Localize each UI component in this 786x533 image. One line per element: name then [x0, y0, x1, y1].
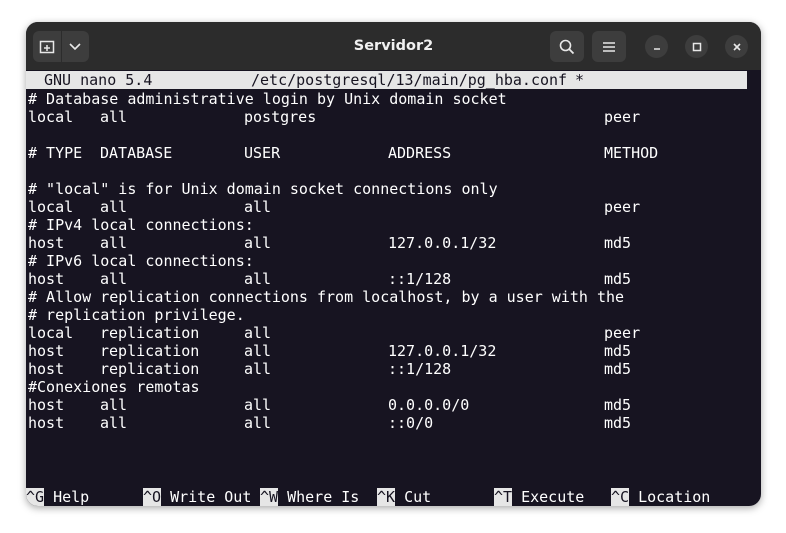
shortcut-key: ^T [494, 488, 513, 506]
nano-version: GNU nano 5.4 [44, 71, 153, 89]
shortcut-key: ^G [26, 488, 45, 506]
hba-field: local [28, 198, 74, 216]
close-button[interactable] [725, 35, 748, 58]
maximize-icon [692, 42, 701, 51]
hba-field: replication [100, 360, 200, 378]
hba-field: host [28, 360, 65, 378]
hba-field: all [100, 414, 128, 432]
hba-field: md5 [604, 396, 632, 414]
hba-field: ::1/128 [388, 360, 452, 378]
hba-field: all [100, 234, 128, 252]
hba-field: all [100, 270, 128, 288]
hba-field: host [28, 270, 65, 288]
search-button[interactable] [550, 31, 584, 62]
comment-line: # replication privilege. [28, 306, 245, 324]
hba-field: peer [604, 108, 641, 126]
hba-field: host [28, 414, 65, 432]
shortcut-label: Write Out [161, 488, 252, 506]
hba-field: ::1/128 [388, 270, 452, 288]
shortcut-label: Execute [512, 488, 585, 506]
hba-field: host [28, 234, 65, 252]
comment-line: # IPv6 local connections: [28, 252, 254, 270]
shortcut-item: ^W Where Is [260, 488, 359, 506]
hba-field: md5 [604, 342, 632, 360]
hamburger-menu-icon [603, 41, 615, 52]
chevron-down-icon[interactable] [62, 31, 90, 62]
shortcut-key: ^C [611, 488, 630, 506]
close-icon [732, 42, 741, 51]
title-bar: Servidor2 [26, 22, 761, 70]
hba-field: replication [100, 342, 200, 360]
hba-field: replication [100, 324, 200, 342]
menu-button[interactable] [592, 31, 626, 62]
comment-line: # IPv4 local connections: [28, 216, 254, 234]
terminal-window: Servidor2 GNU nano 5.4 /etc/postgresql/1… [26, 22, 761, 506]
hba-field: all [244, 234, 272, 252]
shortcut-item: ^C Location [611, 488, 710, 506]
hba-field: host [28, 342, 65, 360]
shortcut-item: ^O Write Out [143, 488, 251, 506]
hba-field: all [244, 198, 272, 216]
shortcut-key: ^O [143, 488, 162, 506]
hba-field: all [244, 414, 272, 432]
hba-field: METHOD [604, 144, 659, 162]
hba-field: md5 [604, 414, 632, 432]
shortcut-label: Cut [395, 488, 432, 506]
hba-field: 127.0.0.1/32 [388, 234, 497, 252]
shortcut-label: Where Is [278, 488, 360, 506]
minimize-icon [653, 47, 660, 50]
hba-field: local [28, 108, 74, 126]
hba-field: all [100, 198, 128, 216]
shortcut-key: ^W [260, 488, 279, 506]
hba-field: host [28, 396, 65, 414]
hba-field: ADDRESS [388, 144, 452, 162]
nano-header-bar: GNU nano 5.4 /etc/postgresql/13/main/pg_… [26, 71, 747, 89]
shortcut-item: ^T Execute [494, 488, 584, 506]
hba-field: DATABASE [100, 144, 173, 162]
shortcut-item: ^K Cut [377, 488, 431, 506]
hba-field: all [100, 396, 128, 414]
hba-field: all [244, 270, 272, 288]
hba-field: md5 [604, 270, 632, 288]
hba-field: all [244, 324, 272, 342]
hba-field: 0.0.0.0/0 [388, 396, 470, 414]
comment-line: # Allow replication connections from loc… [28, 288, 625, 306]
hba-field: all [244, 360, 272, 378]
hba-field: 127.0.0.1/32 [388, 342, 497, 360]
nano-filename: /etc/postgresql/13/main/pg_hba.conf [251, 71, 568, 89]
hba-field: ::0/0 [388, 414, 434, 432]
hba-field: peer [604, 198, 641, 216]
new-tab-icon[interactable] [33, 31, 61, 62]
maximize-button[interactable] [685, 35, 708, 58]
hba-field: md5 [604, 234, 632, 252]
comment-line: # "local" is for Unix domain socket conn… [28, 180, 498, 198]
hba-field: peer [604, 324, 641, 342]
hba-field: # TYPE [28, 144, 83, 162]
shortcut-key: ^K [377, 488, 396, 506]
terminal-area[interactable]: GNU nano 5.4 /etc/postgresql/13/main/pg_… [26, 71, 761, 506]
minimize-button[interactable] [645, 35, 668, 58]
hba-field: local [28, 324, 74, 342]
hba-field: all [244, 342, 272, 360]
comment-line: #Conexiones remotas [28, 378, 200, 396]
hba-field: USER [244, 144, 281, 162]
new-tab-split-button[interactable] [33, 31, 89, 62]
shortcut-label: Location [629, 488, 711, 506]
hba-field: postgres [244, 108, 317, 126]
hba-field: md5 [604, 360, 632, 378]
hba-field: all [100, 108, 128, 126]
nano-modified-marker: * [575, 71, 585, 89]
shortcut-item: ^G Help [26, 488, 89, 506]
hba-field: all [244, 396, 272, 414]
shortcut-label: Help [44, 488, 90, 506]
search-icon [559, 39, 575, 54]
comment-line: # Database administrative login by Unix … [28, 90, 507, 108]
